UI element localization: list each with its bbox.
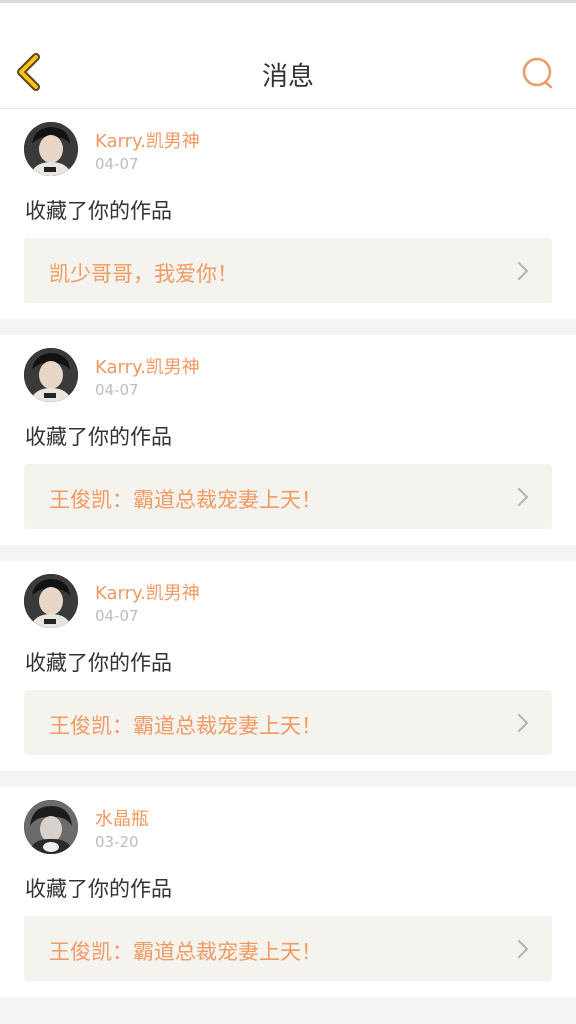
message-action: 收藏了你的作品 (25, 651, 172, 675)
message-action: 收藏了你的作品 (25, 877, 172, 901)
user-avatar-image (24, 348, 78, 402)
username[interactable]: Karry.凯男神 (95, 127, 200, 153)
search-icon (522, 57, 553, 89)
message-card: Karry.凯男神 04-07 收藏了你的作品 王俊凯：霸道总裁宠妻上天！ (0, 561, 576, 771)
user-avatar-image (24, 122, 78, 176)
message-action: 收藏了你的作品 (25, 425, 172, 449)
work-link[interactable]: 王俊凯：霸道总裁宠妻上天！ (24, 690, 552, 755)
chevron-right-icon (517, 487, 529, 507)
avatar[interactable] (24, 122, 78, 176)
status-bar (0, 0, 576, 36)
top-nav-bar: 消息 (0, 36, 576, 109)
avatar[interactable] (24, 574, 78, 628)
message-list: Karry.凯男神 04-07 收藏了你的作品 凯少哥哥，我爱你！ Karry.… (0, 109, 576, 1013)
chevron-right-icon (517, 939, 529, 959)
work-link[interactable]: 王俊凯：霸道总裁宠妻上天！ (24, 916, 552, 981)
message-card: 水晶瓶 03-20 收藏了你的作品 王俊凯：霸道总裁宠妻上天！ (0, 787, 576, 997)
page-title: 消息 (261, 62, 314, 92)
work-link[interactable]: 凯少哥哥，我爱你！ (24, 238, 552, 303)
user-avatar-image (24, 800, 78, 854)
message-date: 03-20 (95, 833, 139, 851)
message-card: Karry.凯男神 04-07 收藏了你的作品 王俊凯：霸道总裁宠妻上天！ (0, 335, 576, 545)
message-date: 04-07 (95, 381, 139, 399)
username[interactable]: Karry.凯男神 (95, 353, 200, 379)
message-card: Karry.凯男神 04-07 收藏了你的作品 凯少哥哥，我爱你！ (0, 109, 576, 319)
message-date: 04-07 (95, 607, 139, 625)
search-button[interactable] (518, 52, 558, 92)
message-action: 收藏了你的作品 (25, 199, 172, 223)
chevron-right-icon (517, 261, 529, 281)
chevron-right-icon (517, 713, 529, 733)
work-title: 王俊凯：霸道总裁宠妻上天！ (49, 714, 322, 738)
work-title: 凯少哥哥，我爱你！ (49, 262, 238, 286)
chevron-left-icon (17, 53, 40, 91)
work-link[interactable]: 王俊凯：霸道总裁宠妻上天！ (24, 464, 552, 529)
work-title: 王俊凯：霸道总裁宠妻上天！ (49, 488, 322, 512)
message-date: 04-07 (95, 155, 139, 173)
username[interactable]: Karry.凯男神 (95, 579, 200, 605)
avatar[interactable] (24, 348, 78, 402)
work-title: 王俊凯：霸道总裁宠妻上天！ (49, 940, 322, 964)
status-bar-shade (0, 0, 576, 3)
back-button[interactable] (12, 52, 52, 92)
username[interactable]: 水晶瓶 (95, 805, 149, 831)
user-avatar-image (24, 574, 78, 628)
avatar[interactable] (24, 800, 78, 854)
